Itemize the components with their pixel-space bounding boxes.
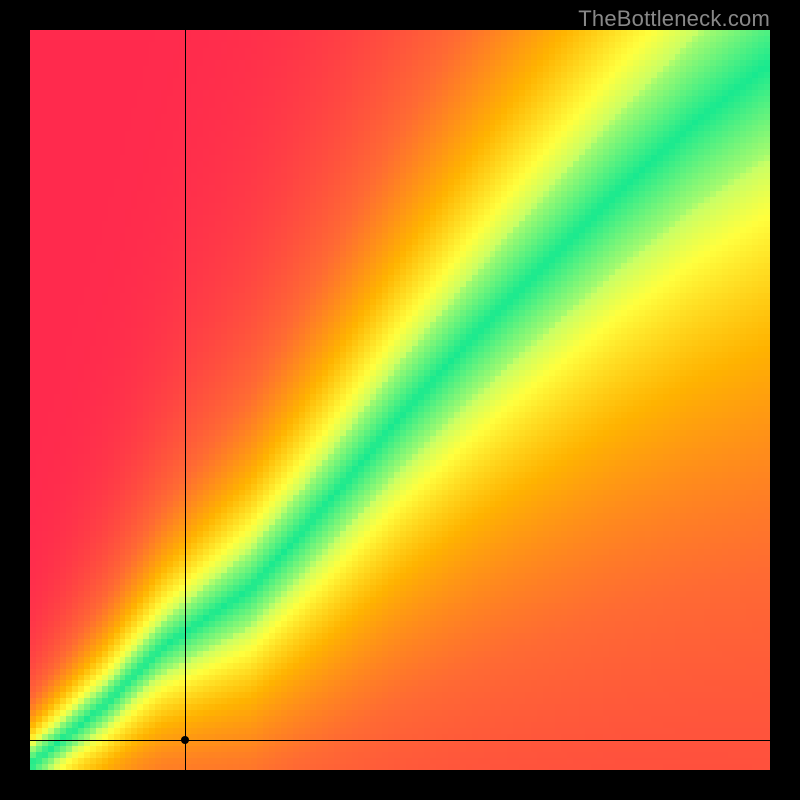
crosshair-horizontal — [30, 740, 770, 741]
heatmap-canvas — [30, 30, 770, 770]
crosshair-vertical — [185, 30, 186, 770]
crosshair-dot — [181, 736, 189, 744]
heatmap-chart — [30, 30, 770, 770]
watermark-text: TheBottleneck.com — [578, 6, 770, 32]
